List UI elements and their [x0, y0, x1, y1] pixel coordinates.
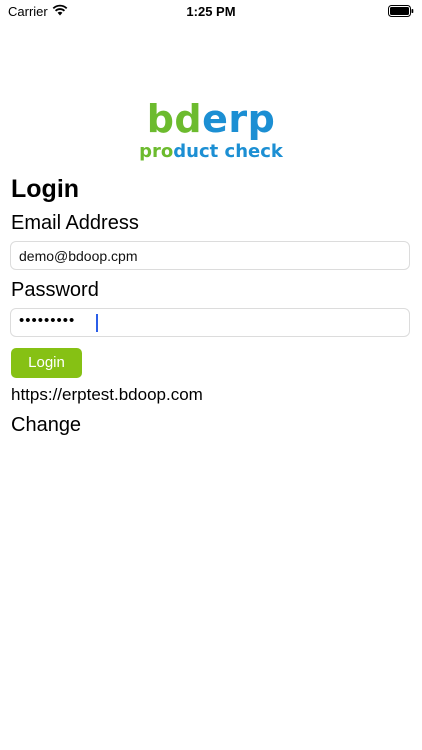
status-time: 1:25 PM [186, 4, 236, 19]
password-value: ••••••••• [19, 312, 76, 329]
battery-icon [388, 5, 414, 17]
logo-tagline-rest: duct check [173, 141, 283, 162]
logo-wordmark-bd: bd [146, 97, 203, 141]
password-label: Password [11, 279, 99, 301]
email-field[interactable]: demo@bdoop.cpm [10, 241, 410, 270]
server-url: https://erptest.bdoop.com [11, 385, 203, 404]
change-server-link[interactable]: Change [11, 414, 81, 437]
logo-tagline: product check [0, 142, 422, 162]
email-value: demo@bdoop.cpm [19, 248, 138, 264]
password-field[interactable]: ••••••••• [10, 308, 410, 337]
status-bar: Carrier 1:25 PM [0, 0, 422, 22]
email-label: Email Address [11, 212, 139, 234]
logo-wordmark: bderp [0, 98, 422, 140]
logo-tagline-pro: pro [139, 141, 174, 162]
logo-wordmark-erp: erp [202, 97, 276, 141]
login-button[interactable]: Login [11, 348, 82, 378]
page-title: Login [11, 175, 80, 203]
app-logo: bderp product check [0, 98, 422, 162]
text-cursor [96, 314, 98, 332]
